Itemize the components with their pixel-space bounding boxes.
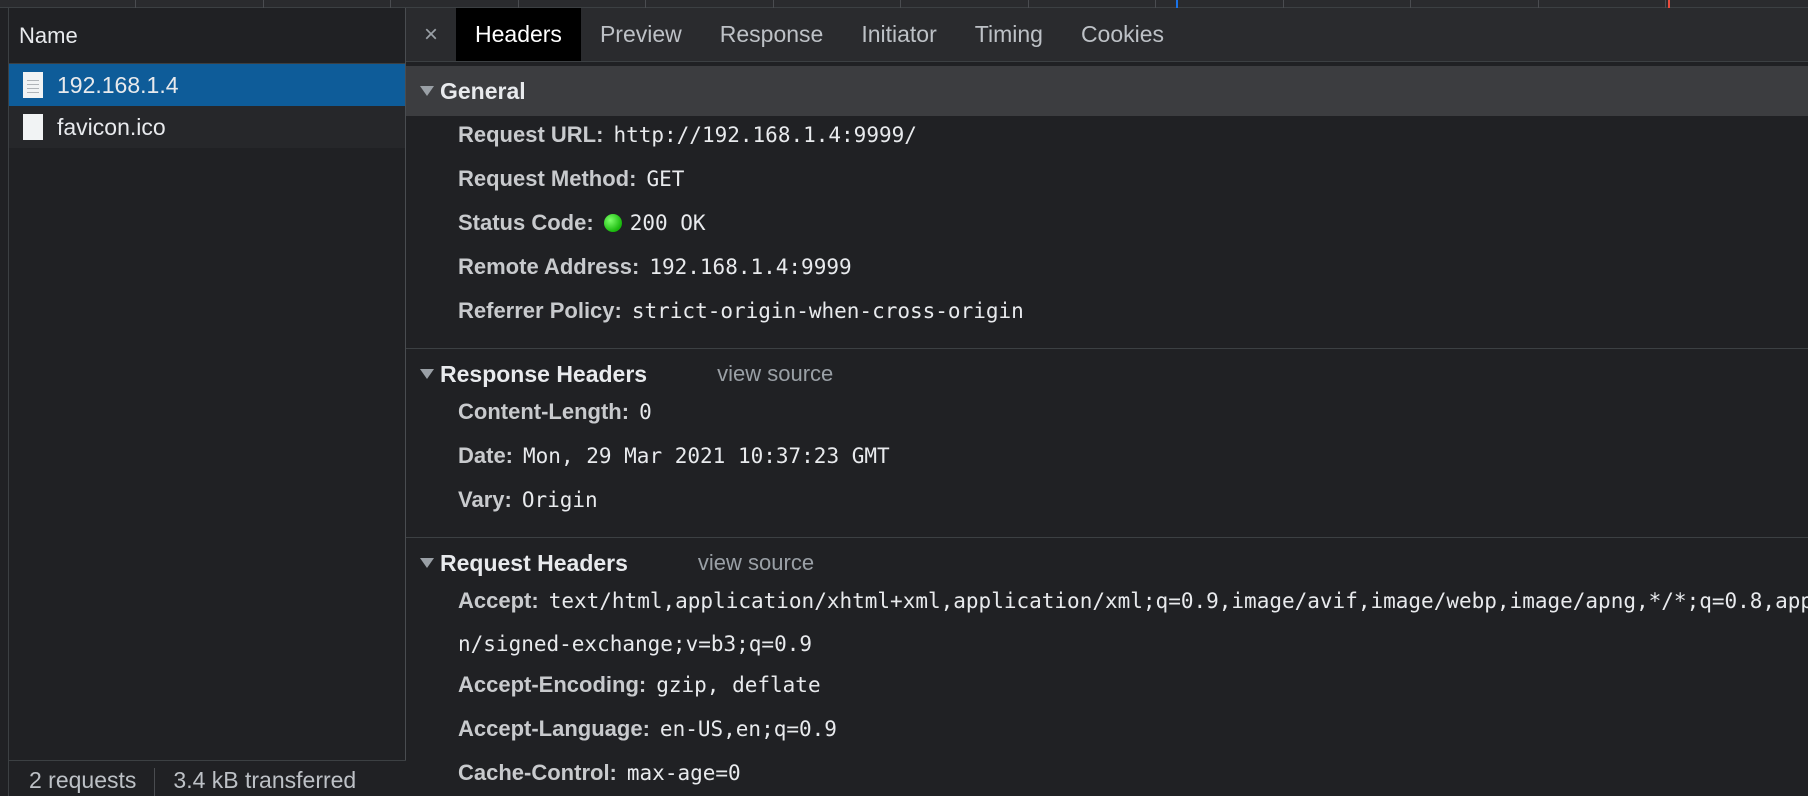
accept-row: Accept: text/html,application/xhtml+xml,… <box>406 588 1808 632</box>
accept-encoding-label: Accept-Encoding: <box>458 672 647 697</box>
remote-address-row: Remote Address: 192.168.1.4:9999 <box>406 254 1808 298</box>
document-icon <box>23 72 43 98</box>
accept-language-value[interactable]: en-US,en;q=0.9 <box>660 717 837 741</box>
accept-encoding-row: Accept-Encoding: gzip, deflate <box>406 672 1808 716</box>
response-headers-section-header[interactable]: Response Headers view source <box>406 349 1808 399</box>
section-title: Request Headers <box>440 549 628 576</box>
request-url-value[interactable]: http://192.168.1.4:9999/ <box>613 123 916 147</box>
tab-timing[interactable]: Timing <box>956 8 1062 61</box>
request-method-value[interactable]: GET <box>646 167 684 191</box>
tab-response[interactable]: Response <box>701 8 843 61</box>
accept-language-label: Accept-Language: <box>458 716 650 741</box>
accept-encoding-value[interactable]: gzip, deflate <box>656 673 820 697</box>
collapse-triangle-icon <box>420 369 434 379</box>
collapse-triangle-icon <box>420 558 434 568</box>
timeline-tick <box>390 0 391 8</box>
content-length-label: Content-Length: <box>458 399 630 424</box>
remote-address-label: Remote Address: <box>458 254 640 279</box>
request-method-label: Request Method: <box>458 166 637 191</box>
timeline-tick <box>263 0 264 8</box>
date-label: Date: <box>458 443 514 468</box>
status-code-row: Status Code: 200 OK <box>406 210 1808 254</box>
timeline-tick <box>1283 0 1284 8</box>
tab-cookies[interactable]: Cookies <box>1062 8 1183 61</box>
accept-value-continuation[interactable]: n/signed-exchange;v=b3;q=0.9 <box>458 632 812 656</box>
request-url-row: Request URL: http://192.168.1.4:9999/ <box>406 122 1808 166</box>
request-count: 2 requests <box>29 767 137 793</box>
timeline-tick <box>135 0 136 8</box>
timeline-tick <box>1538 0 1539 8</box>
tab-preview[interactable]: Preview <box>581 8 701 61</box>
request-row-document[interactable]: 192.168.1.4 <box>9 64 405 106</box>
date-value[interactable]: Mon, 29 Mar 2021 10:37:23 GMT <box>523 444 890 468</box>
file-icon <box>23 114 43 140</box>
cache-control-row: Cache-Control: max-age=0 <box>406 760 1808 796</box>
request-method-row: Request Method: GET <box>406 166 1808 210</box>
devtools-network-panel: Name 192.168.1.4 favicon.ico 2 requests … <box>0 0 1808 796</box>
status-ok-dot-icon <box>603 214 622 232</box>
dom-content-loaded-marker <box>1176 0 1178 8</box>
accept-language-row: Accept-Language: en-US,en;q=0.9 <box>406 716 1808 760</box>
referrer-policy-label: Referrer Policy: <box>458 298 622 323</box>
referrer-policy-row: Referrer Policy: strict-origin-when-cros… <box>406 298 1808 342</box>
content-length-value[interactable]: 0 <box>639 400 652 424</box>
content-length-row: Content-Length: 0 <box>406 399 1808 443</box>
request-details-panel: × Headers Preview Response Initiator Tim… <box>406 8 1808 796</box>
request-row-favicon[interactable]: favicon.ico <box>9 106 405 148</box>
cache-control-value[interactable]: max-age=0 <box>627 761 741 785</box>
tab-headers[interactable]: Headers <box>456 8 581 61</box>
request-view-source-link[interactable]: view source <box>698 550 814 576</box>
timeline-tick <box>1028 0 1029 8</box>
tab-initiator[interactable]: Initiator <box>842 8 955 61</box>
accept-value[interactable]: text/html,application/xhtml+xml,applicat… <box>549 589 1808 613</box>
request-name: favicon.ico <box>57 113 166 140</box>
request-url-label: Request URL: <box>458 122 604 147</box>
timeline-tick <box>773 0 774 8</box>
request-list-panel: Name 192.168.1.4 favicon.ico 2 requests … <box>8 8 407 796</box>
timeline-tick <box>518 0 519 8</box>
name-column-header[interactable]: Name <box>9 8 405 64</box>
timeline-overview[interactable] <box>0 0 1808 8</box>
section-title: General <box>440 77 526 104</box>
footer-divider <box>154 768 156 796</box>
status-code-value[interactable]: 200 OK <box>630 211 706 235</box>
timeline-tick <box>900 0 901 8</box>
request-headers-section-header[interactable]: Request Headers view source <box>406 538 1808 588</box>
accept-continuation-row: n/signed-exchange;v=b3;q=0.9 <box>406 632 1808 672</box>
date-row: Date: Mon, 29 Mar 2021 10:37:23 GMT <box>406 443 1808 487</box>
accept-label: Accept: <box>458 588 539 613</box>
network-summary-bar: 2 requests 3.4 kB transferred <box>9 760 407 796</box>
close-details-icon[interactable]: × <box>406 8 456 61</box>
load-event-marker <box>1668 0 1670 8</box>
referrer-policy-value[interactable]: strict-origin-when-cross-origin <box>632 299 1024 323</box>
general-section-header[interactable]: General <box>406 66 1808 116</box>
details-tabbar: × Headers Preview Response Initiator Tim… <box>406 8 1808 62</box>
timeline-tick <box>645 0 646 8</box>
section-title: Response Headers <box>440 360 648 387</box>
vary-row: Vary: Origin <box>406 487 1808 531</box>
response-view-source-link[interactable]: view source <box>717 361 833 387</box>
name-column-label: Name <box>19 22 78 48</box>
vary-label: Vary: <box>458 487 512 512</box>
timeline-tick <box>1155 0 1156 8</box>
request-name: 192.168.1.4 <box>57 71 179 98</box>
collapse-triangle-icon <box>420 86 434 96</box>
cache-control-label: Cache-Control: <box>458 760 617 785</box>
timeline-tick <box>1665 0 1666 8</box>
vary-value[interactable]: Origin <box>522 488 598 512</box>
remote-address-value[interactable]: 192.168.1.4:9999 <box>649 255 851 279</box>
transferred-size: 3.4 kB transferred <box>173 767 357 793</box>
status-code-label: Status Code: <box>458 210 594 235</box>
timeline-tick <box>1410 0 1411 8</box>
